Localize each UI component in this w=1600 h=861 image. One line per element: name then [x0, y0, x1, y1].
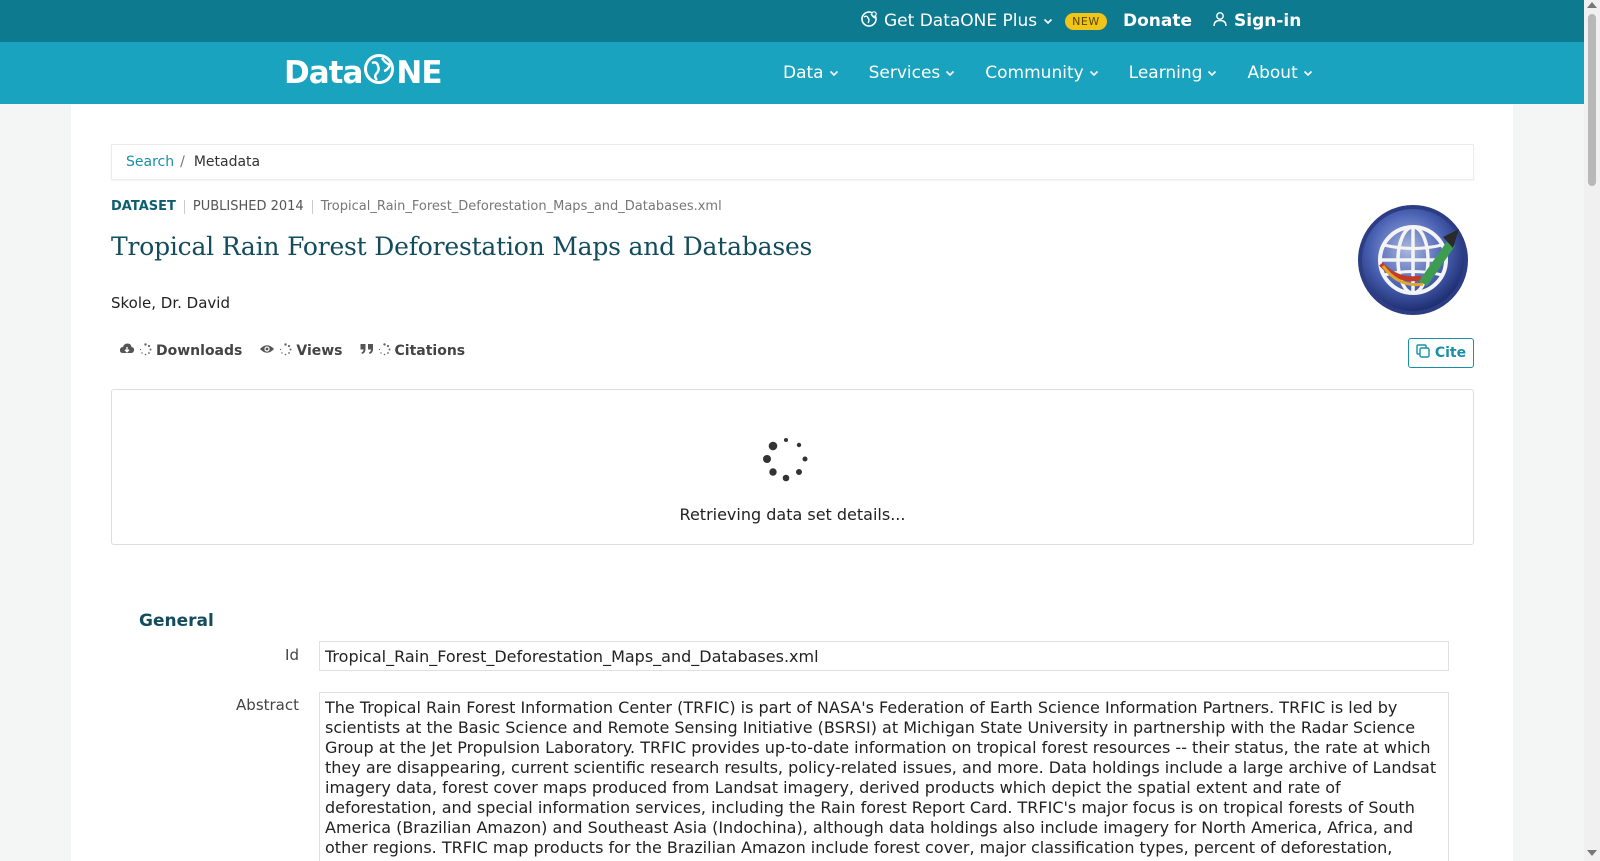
- dataset-type-label: DATASET: [111, 199, 176, 214]
- nav-item-label: Learning: [1128, 63, 1203, 83]
- scroll-up-arrow-icon[interactable]: [1587, 2, 1597, 8]
- views-metric[interactable]: Views: [259, 342, 343, 360]
- downloads-metric[interactable]: Downloads: [119, 342, 242, 360]
- dataset-author[interactable]: Skole, Dr. David: [111, 294, 230, 312]
- logo-text-ne: NE: [396, 55, 442, 91]
- cite-button[interactable]: Cite: [1408, 338, 1474, 368]
- citations-metric[interactable]: Citations: [360, 342, 466, 360]
- nav-item-label: About: [1247, 63, 1298, 83]
- loading-spinner-icon: [378, 342, 391, 360]
- nav-item-about[interactable]: About: [1247, 63, 1312, 83]
- dataset-filename: Tropical_Rain_Forest_Deforestation_Maps_…: [320, 199, 722, 214]
- general-section-title: General: [139, 611, 214, 631]
- dataset-meta-line: DATASET PUBLISHED 2014 Tropical_Rain_For…: [111, 199, 722, 214]
- metrics-bar: Downloads Views Citations: [119, 342, 482, 360]
- logo-text-data: Data: [284, 55, 363, 91]
- get-dataone-plus-label: Get DataONE Plus: [884, 11, 1038, 31]
- breadcrumb: Search / Metadata: [111, 144, 1474, 180]
- main-navigation: Data NE Data Services Community Learning…: [0, 42, 1584, 104]
- breadcrumb-search-link[interactable]: Search: [126, 154, 174, 170]
- dataone-logo[interactable]: Data NE: [284, 53, 443, 93]
- nav-item-label: Data: [783, 63, 824, 83]
- nav-item-label: Community: [985, 63, 1084, 83]
- nav-item-services[interactable]: Services: [869, 63, 956, 83]
- breadcrumb-separator: /: [180, 154, 185, 170]
- chevron-down-icon: [1043, 11, 1053, 31]
- new-badge: NEW: [1065, 12, 1107, 30]
- citations-label: Citations: [394, 343, 466, 359]
- globe-gear-icon: [860, 10, 878, 33]
- cite-label: Cite: [1434, 345, 1467, 361]
- globe-logo-icon: [363, 53, 395, 93]
- chevron-down-icon: [1303, 63, 1313, 83]
- nav-item-data[interactable]: Data: [783, 63, 839, 83]
- get-dataone-plus-menu[interactable]: Get DataONE Plus NEW: [860, 0, 1107, 42]
- published-year: PUBLISHED 2014: [192, 199, 304, 214]
- sign-in-link[interactable]: Sign-in: [1212, 0, 1301, 42]
- views-label: Views: [296, 343, 343, 359]
- repository-seal-image[interactable]: [1357, 204, 1469, 316]
- downloads-label: Downloads: [156, 343, 243, 359]
- id-field-value[interactable]: Tropical_Rain_Forest_Deforestation_Maps_…: [319, 641, 1449, 671]
- nav-item-learning[interactable]: Learning: [1129, 63, 1218, 83]
- sign-in-label: Sign-in: [1234, 11, 1302, 31]
- loading-message: Retrieving data set details...: [679, 505, 906, 524]
- cloud-download-icon: [119, 342, 135, 360]
- abstract-field-label: Abstract: [236, 696, 299, 714]
- eye-icon: [259, 343, 275, 359]
- chevron-down-icon: [1089, 63, 1099, 83]
- nav-item-label: Services: [868, 63, 941, 83]
- chevron-down-icon: [829, 63, 839, 83]
- loading-spinner-icon: [139, 342, 152, 360]
- copy-icon: [1416, 344, 1430, 362]
- scrollbar-thumb[interactable]: [1588, 14, 1596, 186]
- breadcrumb-current: Metadata: [193, 154, 261, 170]
- quote-icon: [360, 343, 374, 359]
- meta-divider: [311, 199, 313, 214]
- chevron-down-icon: [1207, 63, 1217, 83]
- meta-divider: [183, 199, 185, 214]
- nav-item-community[interactable]: Community: [985, 63, 1098, 83]
- user-icon: [1212, 11, 1228, 32]
- abstract-field-value[interactable]: The Tropical Rain Forest Information Cen…: [319, 692, 1449, 861]
- top-utility-bar: Get DataONE Plus NEW Donate Sign-in: [0, 0, 1584, 42]
- id-field-label: Id: [285, 646, 299, 664]
- donate-link[interactable]: Donate: [1123, 0, 1192, 42]
- loading-spinner-icon: [279, 342, 292, 360]
- chevron-down-icon: [945, 63, 955, 83]
- page-title: Tropical Rain Forest Deforestation Maps …: [111, 232, 813, 261]
- loading-spinner-icon: [762, 435, 810, 483]
- scroll-down-arrow-icon[interactable]: [1587, 850, 1597, 856]
- nav-menu: Data Services Community Learning About: [783, 42, 1343, 104]
